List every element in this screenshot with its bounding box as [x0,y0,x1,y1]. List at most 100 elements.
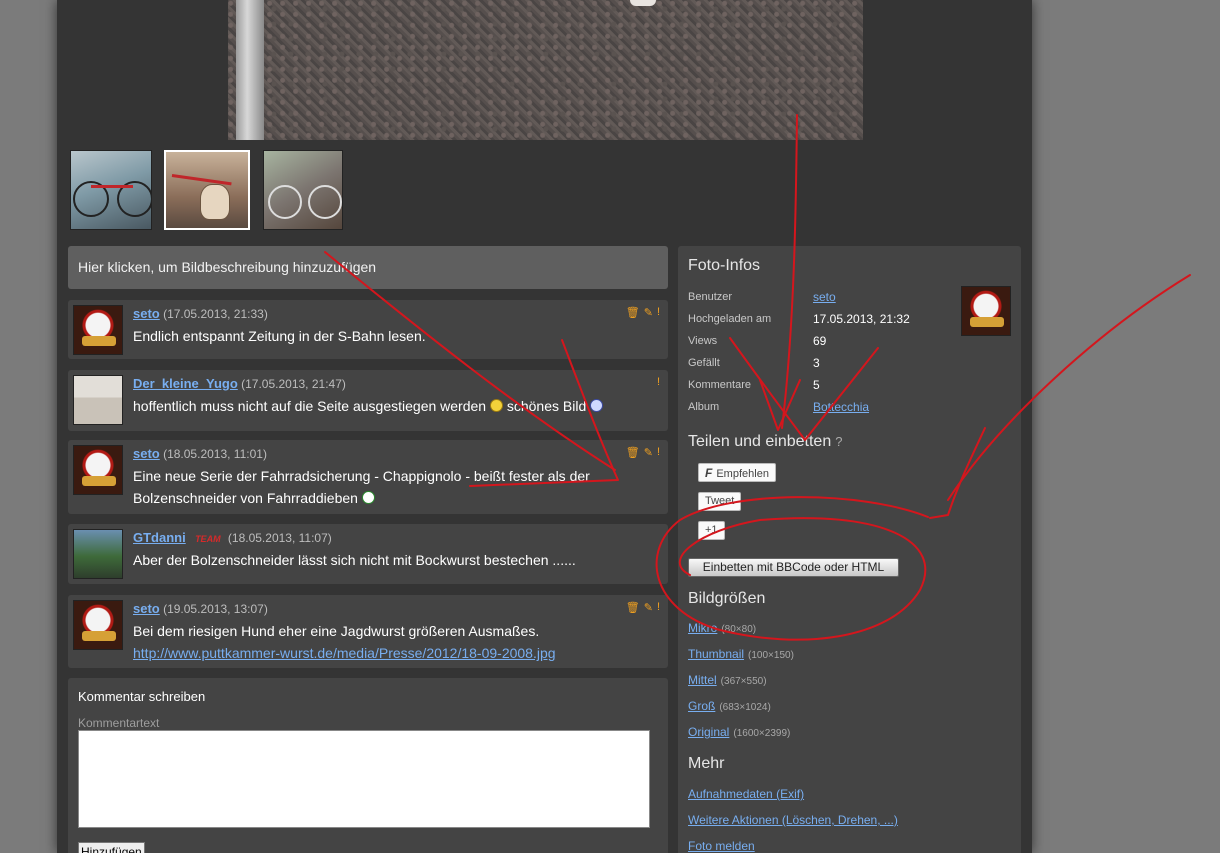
comment-header: seto (17.05.2013, 21:33) [133,306,268,321]
comment-tools: ! [657,376,660,388]
write-comment-title: Kommentar schreiben [78,689,206,704]
avatar[interactable] [73,305,123,355]
facebook-icon: F [705,466,713,480]
comment-header: seto (18.05.2013, 11:01) [133,446,267,461]
delete-icon[interactable]: 🗑 [626,601,640,614]
photo-highlight [630,0,656,6]
avatar[interactable] [73,445,123,495]
photo-info-panel: Foto-Infos Benutzer seto Hochgeladen am … [678,246,1021,853]
info-value-likes: 3 [813,356,820,370]
comment-item: seto (17.05.2013, 21:33) Endlich entspan… [68,300,668,359]
report-icon[interactable]: ! [657,306,660,319]
comment-link[interactable]: http://www.puttkammer-wurst.de/media/Pre… [133,645,556,661]
comment-header: GTdanni TEAM (18.05.2013, 11:07) [133,530,332,545]
info-value-user: seto [813,290,836,304]
avatar[interactable] [73,529,123,579]
info-value-comments: 5 [813,378,820,392]
exif-link[interactable]: Aufnahmedaten (Exif) [688,787,804,801]
info-label-album: Album [688,401,720,413]
comment-tools: 🗑 ✎ ! [626,306,660,319]
comment-date: (17.05.2013, 21:33) [163,307,268,321]
info-label-user: Benutzer [688,291,733,303]
tweet-button[interactable]: Tweet [698,492,742,511]
help-icon[interactable]: ? [835,434,842,449]
comment-date: (18.05.2013, 11:01) [163,447,267,461]
photo-pole [236,0,264,140]
size-link-original[interactable]: Original [688,725,729,739]
info-label-uploaded: Hochgeladen am [688,313,772,325]
size-link-micro[interactable]: Mikro [688,621,717,635]
team-badge: TEAM [195,534,221,544]
add-comment-button[interactable]: Hinzufügen [78,842,145,853]
more-actions-link[interactable]: Weitere Aktionen (Löschen, Drehen, ...) [688,813,898,827]
add-description-prompt[interactable]: Hier klicken, um Bildbeschreibung hinzuz… [68,246,668,289]
comment-textarea[interactable] [78,730,650,828]
report-icon[interactable]: ! [657,446,660,459]
comment-author-link[interactable]: Der_kleine_Yugo [133,376,238,391]
comment-date: (17.05.2013, 21:47) [241,377,346,391]
report-icon[interactable]: ! [657,601,660,614]
comment-text: Bei dem riesigen Hund eher eine Jagdwurs… [133,623,556,661]
info-value-album: Bottecchia [813,400,869,414]
delete-icon[interactable]: 🗑 [626,446,640,459]
plusone-button[interactable]: +1 [698,521,725,540]
comment-date: (18.05.2013, 11:07) [227,531,332,545]
comment-tools: 🗑 ✎ ! [626,446,660,459]
comment-text: Endlich entspannt Zeitung in der S-Bahn … [133,328,426,344]
comment-item: GTdanni TEAM (18.05.2013, 11:07) Aber de… [68,524,668,584]
comment-text: hoffentlich muss nicht auf die Seite aus… [133,395,653,417]
comment-date: (19.05.2013, 13:07) [163,602,268,616]
photo-info-title: Foto-Infos [688,257,761,274]
comment-text: Eine neue Serie der Fahrradsicherung - C… [133,468,590,506]
delete-icon[interactable]: 🗑 [626,306,640,319]
avatar[interactable] [73,375,123,425]
comment-author-link[interactable]: seto [133,446,160,461]
main-photo[interactable] [228,0,863,140]
info-label-comments: Kommentare [688,379,751,391]
comment-item: Der_kleine_Yugo (17.05.2013, 21:47) hoff… [68,370,668,431]
avatar[interactable] [73,600,123,650]
size-link-medium[interactable]: Mittel [688,673,717,687]
edit-icon[interactable]: ✎ [644,601,653,614]
comment-header: seto (19.05.2013, 13:07) [133,601,268,616]
info-value-views: 69 [813,334,827,348]
size-row: Groß (683×1024) [688,699,771,713]
grin-smiley-icon [361,491,375,504]
owner-avatar[interactable] [961,286,1011,336]
size-row: Thumbnail (100×150) [688,647,794,661]
thumbs-up-smiley-icon [590,399,604,412]
thumbnail-1[interactable] [70,150,152,230]
comment-author-link[interactable]: seto [133,601,160,616]
comment-item: seto (18.05.2013, 11:01) Eine neue Serie… [68,440,668,514]
comment-text: Aber der Bolzenschneider lässt sich nich… [133,552,576,568]
image-sizes-title: Bildgrößen [688,590,766,607]
info-label-likes: Gefällt [688,357,720,369]
write-comment-panel: Kommentar schreiben Kommentartext Hinzuf… [68,678,668,853]
size-row: Mikro (80×80) [688,621,757,635]
edit-icon[interactable]: ✎ [644,306,653,319]
info-value-uploaded: 17.05.2013, 21:32 [813,312,910,326]
comment-header: Der_kleine_Yugo (17.05.2013, 21:47) [133,376,346,391]
thumbnail-2[interactable] [164,150,250,230]
more-title: Mehr [688,755,725,772]
share-title: Teilen und einbetten? [688,433,843,450]
user-link[interactable]: seto [813,290,836,304]
embed-code-button[interactable]: Einbetten mit BBCode oder HTML [688,558,899,577]
comment-tools: 🗑 ✎ ! [626,601,660,614]
size-link-thumbnail[interactable]: Thumbnail [688,647,744,661]
report-photo-link[interactable]: Foto melden [688,839,755,853]
album-link[interactable]: Bottecchia [813,400,869,414]
comment-text-label: Kommentartext [78,716,160,730]
comment-author-link[interactable]: seto [133,306,160,321]
smiley-icon [489,399,503,412]
facebook-recommend-button[interactable]: F Empfehlen [698,463,776,482]
report-icon[interactable]: ! [657,376,660,388]
size-row: Mittel (367×550) [688,673,767,687]
thumbnail-3[interactable] [263,150,343,230]
edit-icon[interactable]: ✎ [644,446,653,459]
comment-item: seto (19.05.2013, 13:07) Bei dem riesige… [68,595,668,668]
size-link-large[interactable]: Groß [688,699,715,713]
comment-author-link[interactable]: GTdanni [133,530,186,545]
info-label-views: Views [688,335,718,347]
size-row: Original (1600×2399) [688,725,791,739]
